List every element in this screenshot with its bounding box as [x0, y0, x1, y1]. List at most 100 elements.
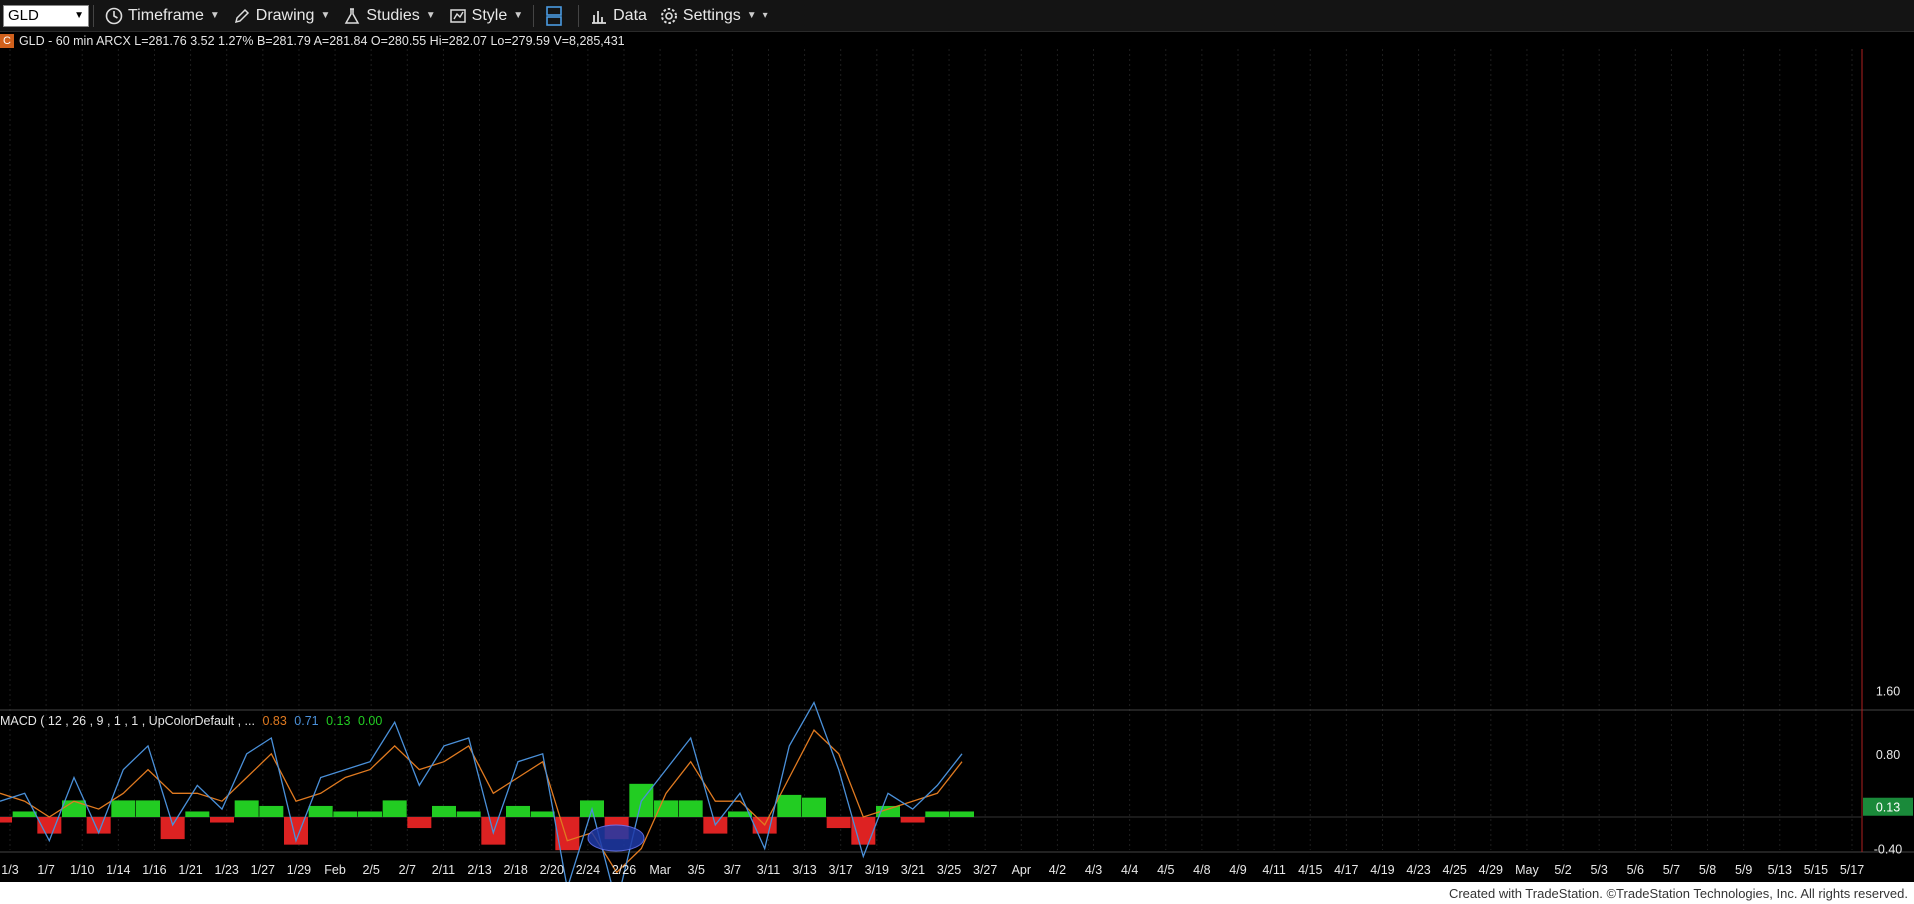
- x-tick-label: 4/23: [1406, 863, 1430, 877]
- x-tick-label: 1/14: [106, 863, 130, 877]
- x-tick-label: 5/8: [1699, 863, 1716, 877]
- studies-label: Studies: [366, 6, 420, 24]
- macd-histogram-bar: [333, 811, 358, 817]
- macd-histogram-bar: [654, 800, 678, 817]
- macd-value-2: 0.71: [294, 714, 319, 728]
- x-tick-label: 1/23: [215, 863, 239, 877]
- drawing-menu[interactable]: Drawing ▼: [226, 0, 337, 31]
- x-tick-label: 5/2: [1554, 863, 1571, 877]
- macd-value-4: 0.00: [357, 714, 383, 728]
- layout-button[interactable]: [538, 0, 574, 31]
- macd-histogram-bar: [160, 817, 185, 840]
- x-tick-label: 2/11: [432, 863, 455, 877]
- macd-legend: MACD ( 12 , 26 , 9 , 1 , 1 , UpColorDefa…: [0, 714, 382, 728]
- style-icon: [449, 8, 466, 23]
- macd-histogram-bar: [925, 811, 950, 817]
- x-tick-label: 4/19: [1370, 863, 1394, 877]
- macd-value-3: 0.13: [326, 714, 351, 728]
- settings-menu[interactable]: Settings ▼ ▾: [653, 0, 774, 31]
- x-tick-label: 4/17: [1334, 863, 1358, 877]
- x-tick-label: 4/3: [1085, 863, 1102, 877]
- macd-histogram-bar: [111, 800, 136, 817]
- price-chart[interactable]: alt - all of (3)(3)v(v)c5(4)3v(v)(iii)(i…: [0, 0, 1914, 904]
- macd-histogram-bar: [678, 800, 703, 817]
- chevron-down-icon[interactable]: ▼: [74, 10, 84, 21]
- macd-histogram-bar: [12, 811, 37, 817]
- x-tick-label: 3/25: [937, 863, 961, 877]
- x-tick-label: 3/27: [973, 863, 997, 877]
- x-tick-label: 1/7: [37, 863, 54, 877]
- credit-text: Created with TradeStation. ©TradeStation…: [1448, 885, 1908, 901]
- caret-icon: ▼: [320, 10, 331, 21]
- data-menu[interactable]: Data: [583, 0, 653, 31]
- macd-histogram-bar: [826, 817, 851, 829]
- gear-icon: [660, 7, 677, 24]
- macd-title: MACD ( 12 , 26 , 9 , 1 , 1 , UpColorDefa…: [0, 714, 255, 728]
- caret-icon: ▼: [425, 10, 436, 21]
- x-tick-label: 2/24: [576, 863, 600, 877]
- macd-y-tick: -0.40: [1874, 843, 1903, 857]
- chart-badge: C: [0, 33, 14, 48]
- x-tick-label: 1/27: [251, 863, 275, 877]
- more-icon[interactable]: ▾: [763, 10, 768, 21]
- quote-line: C GLD - 60 min ARCX L=281.76 3.52 1.27% …: [0, 32, 625, 49]
- timeframe-menu[interactable]: Timeframe ▼: [98, 0, 226, 31]
- symbol-input[interactable]: GLD ▼: [3, 4, 89, 27]
- settings-label: Settings: [682, 6, 741, 24]
- x-tick-label: Apr: [1012, 863, 1031, 877]
- toolbar-divider: [578, 4, 580, 27]
- x-tick-label: 2/5: [362, 863, 379, 877]
- macd-histogram-bar: [777, 794, 802, 817]
- x-tick-label: 4/25: [1443, 863, 1467, 877]
- flask-icon: [345, 7, 360, 24]
- macd-histogram-bar: [185, 811, 210, 817]
- x-tick-label: Feb: [324, 863, 346, 877]
- x-tick-label: 4/4: [1121, 863, 1138, 877]
- toolbar-divider: [533, 4, 535, 27]
- macd-histogram-bar: [506, 805, 530, 817]
- x-tick-label: 2/20: [540, 863, 564, 877]
- pencil-icon: [234, 8, 249, 23]
- symbol-value: GLD: [8, 7, 39, 24]
- macd-histogram-bar: [530, 811, 555, 817]
- macd-histogram-bar: [456, 811, 481, 817]
- x-tick-label: 1/29: [287, 863, 311, 877]
- footer: Created with TradeStation. ©TradeStation…: [0, 882, 1914, 904]
- x-tick-label: 4/29: [1479, 863, 1503, 877]
- x-tick-label: 5/7: [1663, 863, 1680, 877]
- macd-y-tick: 1.60: [1876, 685, 1900, 699]
- macd-histogram-bar: [382, 800, 407, 817]
- macd-histogram-bar: [407, 817, 432, 829]
- macd-histogram-bar: [259, 805, 284, 817]
- x-tick-label: 4/2: [1049, 863, 1066, 877]
- studies-menu[interactable]: Studies ▼: [336, 0, 441, 31]
- x-tick-label: 5/15: [1804, 863, 1828, 877]
- x-tick-label: 3/19: [865, 863, 889, 877]
- x-tick-label: 3/17: [829, 863, 853, 877]
- x-tick-label: 3/21: [901, 863, 925, 877]
- macd-histogram-bar: [0, 817, 12, 823]
- macd-histogram-bar: [136, 800, 160, 817]
- macd-histogram-bar: [358, 811, 382, 817]
- x-tick-label: 4/15: [1298, 863, 1322, 877]
- x-tick-label: 1/16: [142, 863, 166, 877]
- x-tick-label: 3/13: [792, 863, 816, 877]
- drawing-label: Drawing: [255, 6, 315, 24]
- x-tick-label: 4/11: [1262, 863, 1285, 877]
- timeframe-label: Timeframe: [128, 6, 204, 24]
- style-menu[interactable]: Style ▼: [442, 0, 529, 31]
- bar-chart-icon: [592, 10, 607, 24]
- macd-histogram-bar: [210, 817, 234, 823]
- x-tick-label: 4/5: [1157, 863, 1174, 877]
- x-tick-label: 5/17: [1840, 863, 1864, 877]
- x-tick-label: 2/26: [612, 863, 636, 877]
- macd-histogram-bar: [950, 811, 974, 817]
- caret-icon: ▼: [746, 10, 757, 21]
- x-tick-label: 3/5: [688, 863, 705, 877]
- x-tick-label: 4/9: [1229, 863, 1246, 877]
- data-label: Data: [613, 6, 647, 24]
- macd-current-value: 0.13: [1876, 801, 1900, 815]
- macd-histogram-bar: [308, 805, 333, 817]
- x-tick-label: 5/9: [1735, 863, 1752, 877]
- macd-histogram-bar: [851, 817, 876, 845]
